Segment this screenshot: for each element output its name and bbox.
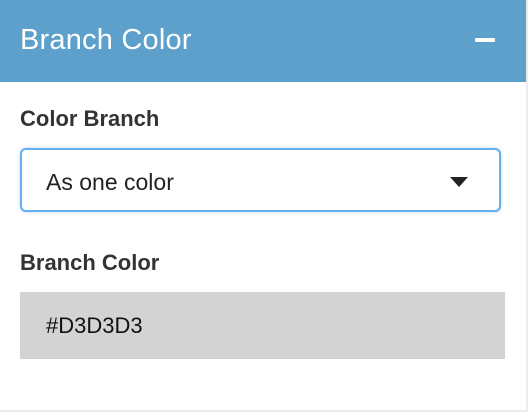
branch-color-input[interactable]: #D3D3D3 — [20, 292, 505, 359]
panel-title: Branch Color — [20, 24, 192, 56]
collapse-button[interactable] — [470, 24, 500, 56]
caret-down-icon — [450, 177, 468, 187]
branch-color-value: #D3D3D3 — [46, 313, 143, 338]
color-branch-label: Color Branch — [20, 106, 160, 131]
color-branch-selected-value: As one color — [46, 169, 174, 195]
color-branch-select[interactable]: As one color — [20, 148, 501, 212]
panel-header: Branch Color — [0, 0, 526, 82]
minus-icon — [475, 38, 495, 42]
branch-color-panel: Branch Color Color Branch As one color B… — [0, 0, 528, 412]
branch-color-label: Branch Color — [20, 250, 160, 275]
